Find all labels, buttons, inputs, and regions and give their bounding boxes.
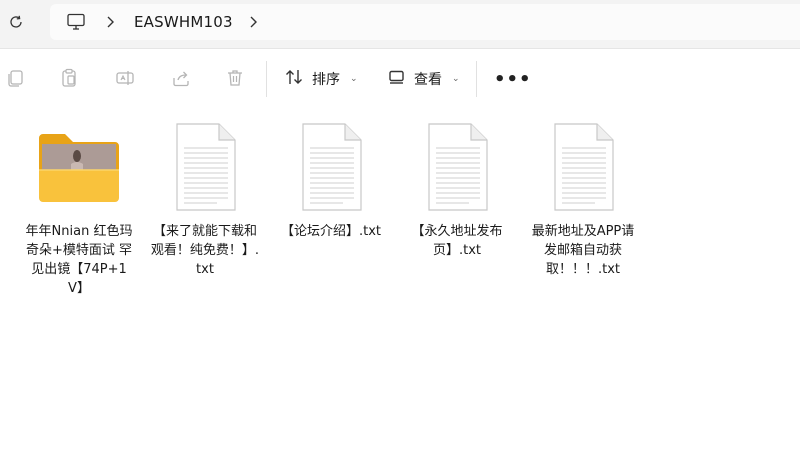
view-button[interactable]: 查看 ⌄: [388, 66, 460, 92]
more-options-button[interactable]: •••: [494, 69, 532, 90]
file-name: 最新地址及APP请发邮箱自动获取！！！.txt: [531, 224, 635, 277]
rename-icon[interactable]: [114, 67, 136, 89]
copy-icon[interactable]: [4, 67, 26, 89]
view-label: 查看: [414, 72, 442, 88]
chevron-right-icon[interactable]: [104, 14, 118, 34]
view-icon: [388, 69, 406, 89]
toolbar-divider: [266, 61, 267, 97]
sort-button[interactable]: 排序 ⌄: [284, 66, 358, 92]
folder-icon: [31, 118, 127, 214]
file-list: 年年Nnian 红色玛奇朵+模特面试 罕见出镜【74P+1V】 【来了就能下载和…: [0, 108, 800, 456]
paste-icon[interactable]: [58, 67, 80, 89]
computer-icon[interactable]: [66, 13, 86, 31]
sort-label: 排序: [312, 72, 340, 88]
chevron-down-icon: ⌄: [350, 74, 358, 84]
sort-icon: [284, 68, 304, 90]
breadcrumb-item-folder[interactable]: EASWHM103: [134, 13, 233, 31]
text-file-icon: [157, 118, 253, 214]
file-item-folder[interactable]: 年年Nnian 红色玛奇朵+模特面试 罕见出镜【74P+1V】: [24, 118, 134, 298]
file-name: 【论坛介绍】.txt: [280, 224, 382, 239]
file-name: 【永久地址发布页】.txt: [411, 224, 503, 258]
chevron-down-icon: ⌄: [452, 74, 460, 84]
breadcrumb[interactable]: EASWHM103: [50, 4, 800, 40]
delete-icon[interactable]: [224, 67, 246, 89]
address-bar: EASWHM103: [0, 0, 800, 48]
refresh-icon[interactable]: [4, 10, 28, 34]
file-item-txt[interactable]: 【来了就能下载和观看！纯免费！】.txt: [150, 118, 260, 279]
command-bar: 排序 ⌄ 查看 ⌄ •••: [0, 48, 800, 109]
file-item-txt[interactable]: 【永久地址发布页】.txt: [402, 118, 512, 260]
file-item-txt[interactable]: 【论坛介绍】.txt: [276, 118, 386, 241]
chevron-right-icon[interactable]: [247, 14, 261, 34]
text-file-icon: [535, 118, 631, 214]
file-item-txt[interactable]: 最新地址及APP请发邮箱自动获取！！！.txt: [528, 118, 638, 279]
text-file-icon: [283, 118, 379, 214]
share-icon[interactable]: [170, 67, 192, 89]
text-file-icon: [409, 118, 505, 214]
file-name: 年年Nnian 红色玛奇朵+模特面试 罕见出镜【74P+1V】: [25, 224, 133, 296]
file-name: 【来了就能下载和观看！纯免费！】.txt: [150, 224, 260, 277]
toolbar-divider: [476, 61, 477, 97]
